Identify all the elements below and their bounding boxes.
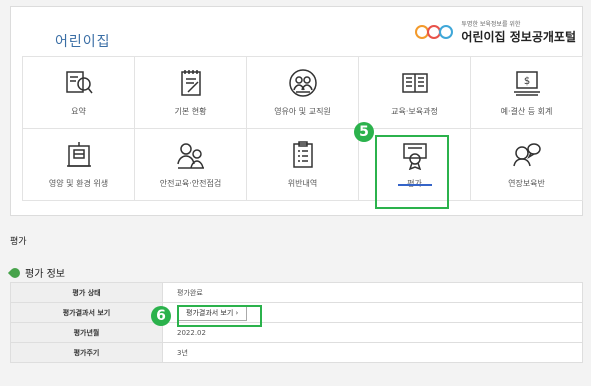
step-marker-5: 5 — [354, 122, 374, 142]
people-icon — [288, 69, 317, 97]
menu-item-label: 위반내역 — [287, 179, 318, 188]
menu-item-basic-status[interactable]: 기본 현황 — [135, 57, 247, 129]
logo-subtitle: 투명한 보육정보를 위한 — [461, 21, 521, 28]
checklist-icon — [292, 141, 313, 168]
menu-item-label: 기본 현황 — [174, 107, 207, 116]
evaluation-table: 평가 상태 평가완료 평가결과서 보기 평가결과서 보기 › 평가년월 2022… — [10, 282, 583, 363]
people-check-icon — [176, 143, 204, 169]
book-icon — [401, 73, 428, 93]
menu-item-children-staff[interactable]: 영유아 및 교직원 — [247, 57, 359, 129]
menu-item-summary[interactable]: 요약 — [23, 57, 135, 129]
row-value: 3년 — [162, 342, 583, 363]
menu-item-violations[interactable]: 위반내역 — [247, 129, 359, 201]
building-icon — [66, 142, 91, 167]
info-heading: 평가 정보 — [7, 265, 65, 280]
menu-item-label: 영양 및 환경 위생 — [48, 179, 109, 188]
row-label: 평가결과서 보기 — [10, 302, 163, 323]
menu-item-label: 영유아 및 교직원 — [274, 107, 331, 116]
report-button-highlight — [177, 305, 262, 327]
evaluation-highlight — [375, 135, 449, 209]
row-label: 평가주기 — [10, 342, 163, 363]
person-chat-icon — [512, 143, 541, 167]
row-label: 평가년월 — [10, 322, 163, 343]
menu-item-curriculum[interactable]: 교육·보육과정 — [359, 57, 471, 129]
info-heading-text: 평가 정보 — [25, 269, 65, 280]
facility-name: 어린이집 — [55, 34, 111, 50]
table-row: 평가년월 2022.02 — [10, 322, 583, 343]
table-row: 평가주기 3년 — [10, 342, 583, 363]
menu-item-extended-care[interactable]: 연장보육반 — [471, 129, 583, 201]
notepad-icon — [180, 70, 201, 96]
menu-item-safety[interactable]: 안전교육·안전점검 — [135, 129, 247, 201]
logo-circles-icon — [415, 21, 457, 43]
svg-text:$: $ — [523, 76, 529, 87]
logo-title: 어린이집 정보공개포털 — [461, 30, 576, 44]
menu-item-label: 요약 — [71, 107, 86, 116]
search-document-icon — [65, 71, 93, 94]
menu-item-label: 연장보육반 — [508, 179, 545, 188]
menu-item-label: 예·결산 등 회계 — [500, 107, 553, 116]
step-marker-6: 6 — [151, 306, 171, 326]
table-row: 평가결과서 보기 평가결과서 보기 › — [10, 302, 583, 323]
portal-logo[interactable]: 투명한 보육정보를 위한 어린이집 정보공개포털 — [415, 19, 576, 45]
menu-grid: 요약 기본 현황 영유아 및 교직원 교육·보육과정 $ 예·결산 등 회계 영… — [22, 56, 583, 201]
menu-item-label: 교육·보육과정 — [391, 107, 438, 116]
money-icon: $ — [513, 71, 540, 96]
menu-item-label: 안전교육·안전점검 — [159, 179, 222, 188]
row-value: 평가완료 — [162, 282, 583, 303]
table-row: 평가 상태 평가완료 — [10, 282, 583, 303]
row-label: 평가 상태 — [10, 282, 163, 303]
menu-item-accounting[interactable]: $ 예·결산 등 회계 — [471, 57, 583, 129]
leaf-icon — [7, 265, 23, 280]
page-title: 평가 — [10, 237, 27, 247]
menu-item-nutrition-hygiene[interactable]: 영양 및 환경 위생 — [23, 129, 135, 201]
